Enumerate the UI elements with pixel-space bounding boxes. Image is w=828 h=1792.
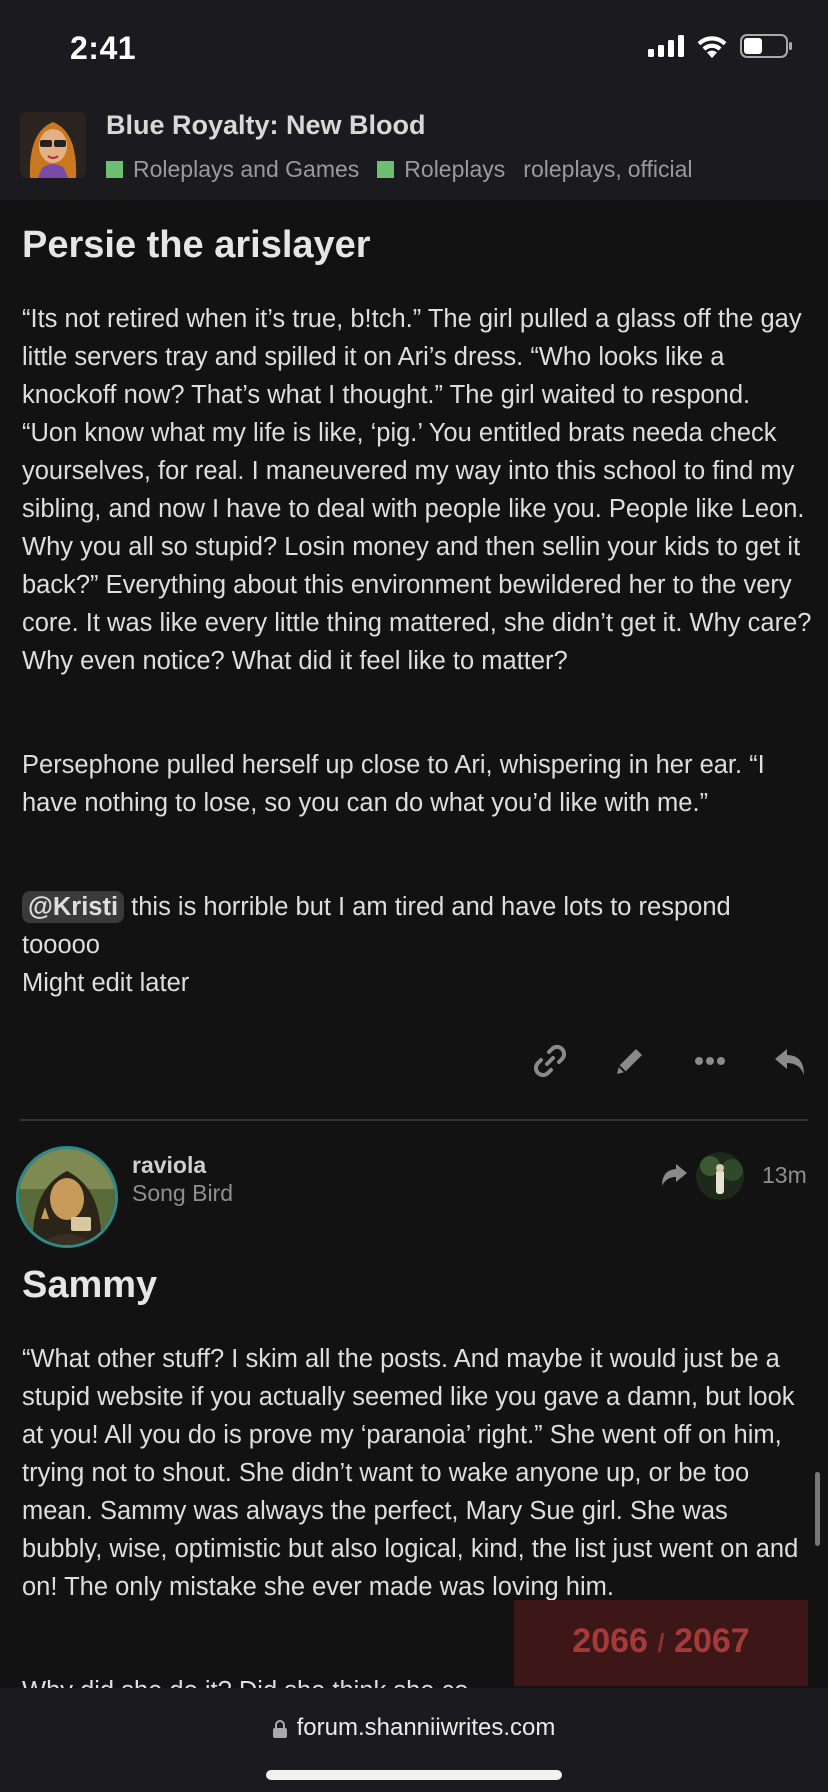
category-badge-roleplays-and-games[interactable]: Roleplays and Games (106, 156, 359, 183)
url-display[interactable]: forum.shanniiwrites.com (0, 1714, 828, 1742)
topic-meta: Roleplays and Games Roleplays roleplays,… (106, 156, 699, 183)
post-heading: Sammy (22, 1264, 158, 1306)
post-actions (532, 1043, 808, 1079)
more-icon[interactable] (692, 1043, 728, 1079)
category-label: Roleplays (404, 156, 506, 182)
topic-header: Blue Royalty: New Blood Roleplays and Ga… (0, 100, 828, 200)
user-avatar[interactable] (16, 1146, 118, 1248)
tag-official[interactable]: official (628, 156, 693, 183)
status-icons (648, 34, 794, 58)
site-logo-avatar[interactable] (20, 112, 86, 178)
post-username[interactable]: raviola (132, 1152, 206, 1179)
reply-to-avatar[interactable] (696, 1152, 744, 1200)
category-color-square (106, 161, 123, 178)
url-text: forum.shanniiwrites.com (296, 1714, 556, 1741)
status-bar: 2:41 (0, 0, 828, 100)
post-paragraph-partial: Why did she do it? Did she think she co (22, 1672, 522, 1688)
progress-separator: / (657, 1628, 665, 1658)
mention-text: this is horrible but I am tired and have… (22, 893, 731, 959)
user-mention[interactable]: @Kristi (22, 891, 125, 923)
link-icon[interactable] (532, 1043, 568, 1079)
battery-icon (740, 34, 792, 58)
pencil-icon[interactable] (612, 1043, 648, 1079)
progress-text: 2066 / 2067 (514, 1622, 808, 1661)
reply-icon[interactable] (772, 1043, 808, 1079)
user-title: Song Bird (132, 1180, 234, 1206)
browser-url-bar[interactable]: forum.shanniiwrites.com (0, 1688, 828, 1792)
progress-total: 2067 (674, 1622, 750, 1660)
post-paragraph: “What other stuff? I skim all the posts.… (22, 1345, 799, 1601)
post-divider (20, 1119, 808, 1121)
post-paragraph: Persephone pulled herself up close to Ar… (22, 751, 765, 817)
wifi-icon (697, 36, 727, 58)
post-heading: Persie the arislayer (22, 224, 371, 266)
clock: 2:41 (70, 30, 137, 66)
post-paragraph: “Its not retired when it’s true, b!tch.”… (22, 305, 812, 675)
category-color-square (377, 161, 395, 178)
post-paragraph: @Kristi this is horrible but I am tired … (22, 888, 812, 1002)
progress-current: 2066 (572, 1622, 648, 1660)
scrollbar-thumb[interactable] (815, 1472, 820, 1546)
topic-progress[interactable]: 2066 / 2067 (514, 1600, 808, 1686)
home-indicator[interactable] (266, 1770, 562, 1780)
lock-icon (272, 1720, 287, 1738)
post-last-line: Might edit later (22, 969, 190, 997)
post-date[interactable]: 13m (762, 1162, 807, 1189)
tag-roleplays[interactable]: roleplays, (523, 156, 621, 183)
topic-title[interactable]: Blue Royalty: New Blood (106, 110, 426, 141)
category-label: Roleplays and Games (133, 156, 360, 182)
cellular-signal-icon (648, 35, 684, 57)
category-badge-roleplays[interactable]: Roleplays (377, 156, 505, 183)
reply-to-icon[interactable] (660, 1162, 688, 1193)
